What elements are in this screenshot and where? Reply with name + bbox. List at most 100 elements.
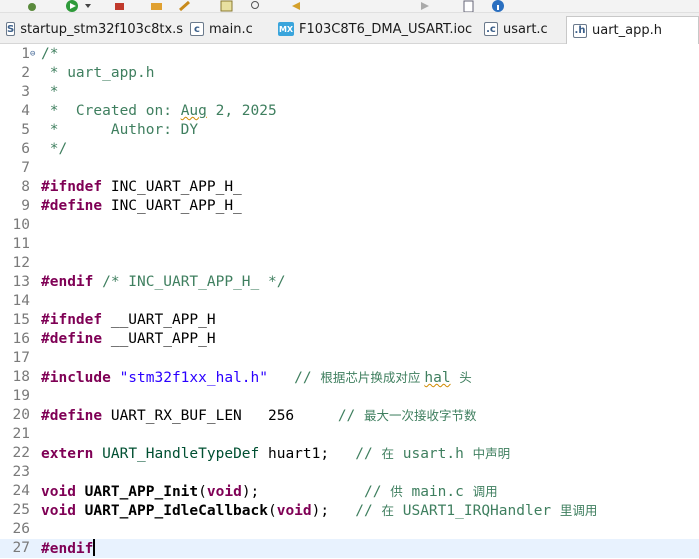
code-line[interactable]: 26 (0, 520, 699, 539)
code-token: void (206, 484, 242, 500)
code-token: __UART_APP_H (102, 312, 216, 328)
code-line[interactable]: 6 */ (0, 140, 699, 159)
line-number: 27 (12, 540, 30, 556)
line-number: 7 (21, 160, 30, 176)
toolbar (0, 0, 699, 13)
code-token: void (276, 503, 312, 519)
code-line[interactable]: 8 #ifndef INC_UART_APP_H_ (0, 178, 699, 197)
run-dropdown-icon[interactable] (82, 0, 95, 9)
c-file-icon: .c (484, 22, 498, 36)
line-number: 21 (12, 426, 30, 442)
code-token: // (364, 484, 391, 500)
code-line[interactable]: 15 #ifndef __UART_APP_H (0, 311, 699, 330)
code-line[interactable]: 2 * uart_app.h (0, 64, 699, 83)
line-number: 1 (21, 46, 30, 62)
tab-main-c[interactable]: c main.c (184, 17, 274, 41)
line-number: 14 (12, 293, 30, 309)
code-token: #define (41, 331, 103, 347)
code-token: #endif (41, 541, 94, 557)
tab-label: main.c (209, 21, 253, 37)
code-text: /* (41, 45, 58, 64)
code-token: ( (267, 503, 277, 519)
code-token: __UART_APP_H (102, 331, 216, 347)
code-line[interactable]: 7 (0, 159, 699, 178)
code-token: #ifndef (41, 179, 103, 195)
code-line[interactable]: 14 (0, 292, 699, 311)
code-line[interactable]: 9 #define INC_UART_APP_H_ (0, 197, 699, 216)
code-token: void (41, 503, 76, 519)
code-line[interactable]: 16 #define __UART_APP_H (0, 330, 699, 349)
tab-label: F103C8T6_DMA_USART.ioc (299, 21, 473, 37)
code-line[interactable]: 22 extern UART_HandleTypeDef huart1; // 在… (0, 444, 699, 463)
code-editor[interactable]: 1 ⊖ /* 2 * uart_app.h 3 * 4 * Created on: Aug… (0, 44, 699, 558)
code-line[interactable]: 27 #endif (0, 539, 699, 558)
line-number: 16 (12, 331, 30, 347)
code-line[interactable]: 4 * Created on: Aug 2, 2025 (0, 102, 699, 121)
tab-uart-app-h[interactable]: .h uart_app.h (566, 16, 699, 44)
tab-ioc-file[interactable]: MX F103C8T6_DMA_USART.ioc (272, 17, 472, 41)
line-number: 25 (12, 502, 30, 518)
tab-startup-file[interactable]: S startup_stm32f103c8tx.s (0, 17, 183, 41)
code-token: INC_UART_APP_H_ (102, 198, 242, 214)
code-text: */ (41, 140, 67, 159)
code-text: #endif /* INC_UART_APP_H_ */ (41, 273, 285, 292)
code-token: usart.h (394, 446, 473, 462)
code-token: USART1_IRQHandler (394, 503, 560, 519)
run-icon[interactable] (66, 0, 79, 12)
code-token: 根据芯片换成对应 (320, 370, 425, 385)
code-line[interactable]: 13 #endif /* INC_UART_APP_H_ */ (0, 273, 699, 292)
search-icon[interactable] (250, 0, 263, 9)
asm-file-icon: S (6, 22, 16, 36)
code-line[interactable]: 19 (0, 387, 699, 406)
stm32cubemx-icon: MX (278, 22, 294, 36)
code-token: 中声明 (472, 446, 511, 461)
code-line[interactable]: 3 * (0, 83, 699, 102)
code-token: * Created on: (41, 103, 181, 119)
code-token: hal (424, 370, 451, 386)
code-line[interactable]: 25 void UART_APP_IdleCallback(void); // 在… (0, 501, 699, 520)
code-token: void (41, 484, 76, 500)
code-token: * (41, 84, 59, 100)
c-file-icon: c (190, 22, 204, 36)
code-token: 最大一次接收字节数 (364, 408, 477, 423)
code-line[interactable]: 17 (0, 349, 699, 368)
build-icon[interactable] (220, 0, 233, 12)
fold-toggle-icon[interactable]: ⊖ (30, 45, 35, 64)
line-number: 13 (12, 274, 30, 290)
code-line[interactable]: 11 (0, 235, 699, 254)
code-token: 头 (459, 370, 472, 385)
navigate-forward-icon[interactable] (418, 0, 431, 10)
line-number: 2 (21, 65, 30, 81)
code-text: #endif (41, 539, 96, 559)
code-line[interactable]: 12 (0, 254, 699, 273)
code-line[interactable]: 1 ⊖ /* (0, 45, 699, 64)
tab-usart-c[interactable]: .c usart.c (478, 17, 564, 41)
navigate-back-icon[interactable] (290, 0, 303, 10)
code-line[interactable]: 23 (0, 463, 699, 482)
code-token: // (355, 503, 382, 519)
open-folder-icon[interactable] (150, 0, 163, 10)
text-caret (93, 539, 96, 556)
open-file-icon[interactable] (462, 0, 475, 12)
code-line[interactable]: 20 #define UART_RX_BUF_LEN 256 // 最大一次接收字… (0, 406, 699, 425)
code-text: #include "stm32f1xx_hal.h" // 根据芯片换成对应 h… (41, 368, 472, 388)
code-line[interactable]: 21 (0, 425, 699, 444)
info-icon[interactable] (492, 0, 505, 12)
code-line[interactable]: 10 (0, 216, 699, 235)
code-text: * Author: DY (41, 121, 198, 140)
tab-label: usart.c (503, 21, 548, 37)
code-token: extern (41, 446, 94, 462)
code-token: // (355, 446, 382, 462)
debug-icon[interactable] (26, 0, 39, 11)
code-line[interactable]: 5 * Author: DY (0, 121, 699, 140)
code-token: #ifndef (41, 312, 103, 328)
code-line[interactable]: 18 #include "stm32f1xx_hal.h" // 根据芯片换成对应… (0, 368, 699, 387)
code-token: "stm32f1xx_hal.h" (119, 370, 268, 386)
code-line[interactable]: 24 void UART_APP_Init(void); // 供 main.c … (0, 482, 699, 501)
line-number: 26 (12, 521, 30, 537)
external-tools-icon[interactable] (114, 0, 127, 10)
pen-icon[interactable] (178, 0, 191, 12)
